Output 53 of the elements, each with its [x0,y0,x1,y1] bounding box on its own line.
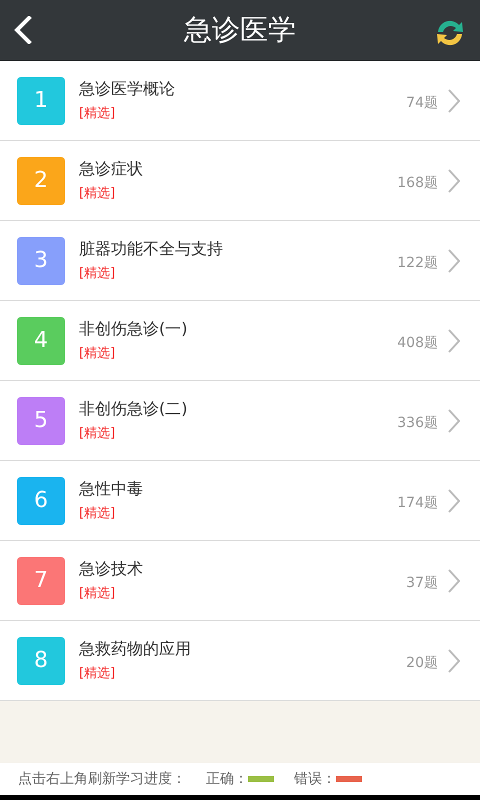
back-icon[interactable] [14,16,32,44]
question-count: 336题 [397,414,438,432]
featured-tag: [精选] [79,104,116,122]
chapter-row[interactable]: 1 急诊医学概论 [精选] 74题 [0,61,480,141]
featured-tag: [精选] [79,504,116,522]
chevron-icon [448,248,460,272]
chapter-title: 非创伤急诊(二) [79,399,188,420]
chevron-icon [448,648,460,672]
chapter-title: 急救药物的应用 [79,639,191,660]
chapter-row[interactable]: 3 脏器功能不全与支持 [精选] 122题 [0,221,480,301]
chapter-title: 急诊医学概论 [79,79,175,100]
number-badge: 5 [17,396,65,444]
featured-tag: [精选] [79,664,116,682]
page-title: 急诊医学 [184,12,296,48]
chapter-title: 急诊技术 [79,559,143,580]
number-badge: 1 [17,76,65,124]
question-count: 168题 [397,174,438,192]
chapter-row[interactable]: 4 非创伤急诊(一) [精选] 408题 [0,301,480,381]
featured-tag: [精选] [79,264,116,282]
question-count: 37题 [406,574,438,592]
number-badge: 8 [17,636,65,684]
question-count: 174题 [397,494,438,512]
number-badge: 6 [17,476,65,524]
chapter-title: 急诊症状 [79,159,143,180]
chevron-icon [448,328,460,352]
featured-tag: [精选] [79,184,116,202]
chapter-title: 脏器功能不全与支持 [79,239,223,260]
featured-tag: [精选] [79,584,116,602]
chapter-title: 急性中毒 [79,479,143,500]
number-badge: 7 [17,556,65,604]
featured-tag: [精选] [79,344,116,362]
refresh-hint: 点击右上角刷新学习进度： [18,770,186,788]
legend-label: 错误： [294,770,336,788]
chapter-row[interactable]: 2 急诊症状 [精选] 168题 [0,141,480,221]
chapter-row[interactable]: 8 急救药物的应用 [精选] 20题 [0,621,480,701]
number-badge: 2 [17,156,65,204]
question-count: 408题 [397,334,438,352]
featured-tag: [精选] [79,424,116,442]
chevron-icon [448,408,460,432]
chevron-icon [448,568,460,592]
chapter-row[interactable]: 5 非创伤急诊(二) [精选] 336题 [0,381,480,461]
chapter-title: 非创伤急诊(一) [79,319,188,340]
chevron-icon [448,88,460,112]
question-count: 20题 [406,654,438,672]
chapter-row[interactable]: 6 急性中毒 [精选] 174题 [0,461,480,541]
question-count: 122题 [397,254,438,272]
chevron-icon [448,168,460,192]
number-badge: 3 [17,236,65,284]
chapter-row[interactable]: 7 急诊技术 [精选] 37题 [0,541,480,621]
legend-label: 正确： [206,770,248,788]
question-count: 74题 [406,94,438,112]
chevron-icon [448,488,460,512]
number-badge: 4 [17,316,65,364]
